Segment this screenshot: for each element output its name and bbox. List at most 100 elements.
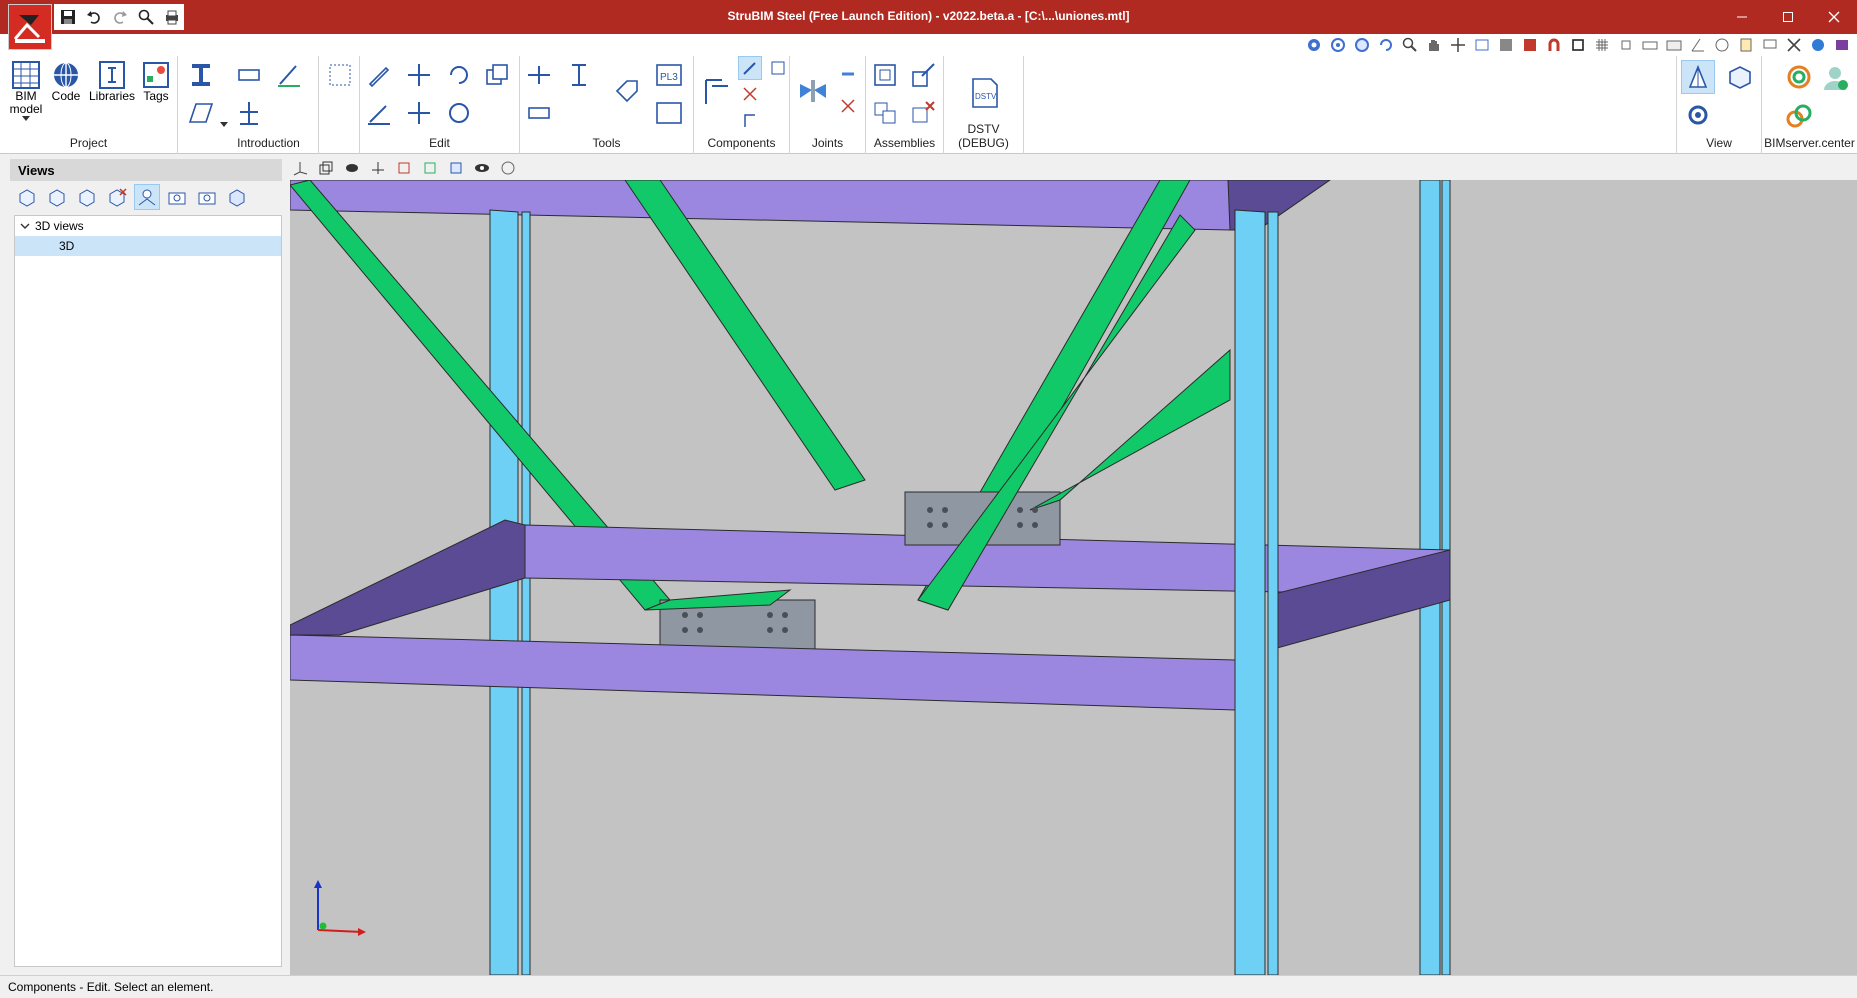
keyboard-icon[interactable] bbox=[1639, 35, 1661, 55]
angle-icon[interactable] bbox=[1687, 35, 1709, 55]
camera-icon[interactable] bbox=[164, 184, 190, 210]
shaded-icon[interactable] bbox=[342, 158, 362, 178]
svg-text:PL3: PL3 bbox=[660, 72, 678, 83]
grid-icon[interactable] bbox=[1591, 35, 1613, 55]
visibility-eye-icon[interactable] bbox=[472, 158, 492, 178]
view-properties-icon[interactable] bbox=[134, 184, 160, 210]
minimize-button[interactable] bbox=[1719, 0, 1765, 34]
app-logo[interactable] bbox=[8, 4, 52, 50]
orbit-icon[interactable] bbox=[1303, 35, 1325, 55]
assembly-delete-icon[interactable] bbox=[908, 98, 938, 128]
chevron-down-icon[interactable] bbox=[15, 223, 35, 229]
section-box-icon[interactable] bbox=[394, 158, 414, 178]
zoom-extents-icon[interactable] bbox=[1327, 35, 1349, 55]
tag-icon[interactable] bbox=[612, 76, 642, 106]
component-window-icon[interactable] bbox=[766, 56, 790, 80]
anchor-plate-icon[interactable] bbox=[234, 98, 264, 128]
steel-model-scene[interactable] bbox=[290, 180, 1857, 975]
pencil-icon[interactable] bbox=[364, 60, 394, 90]
assembly-edit-icon[interactable] bbox=[908, 60, 938, 90]
numbers-icon[interactable] bbox=[1663, 35, 1685, 55]
settings-gear-icon[interactable] bbox=[1681, 98, 1715, 132]
square-select-icon[interactable] bbox=[1567, 35, 1589, 55]
dstv-button[interactable]: DSTV bbox=[968, 76, 1002, 110]
zoom-window-icon[interactable] bbox=[1351, 35, 1373, 55]
bim-model-button[interactable]: BIM model bbox=[8, 60, 44, 121]
new-view-icon[interactable] bbox=[14, 184, 40, 210]
profile-icon[interactable] bbox=[564, 60, 594, 90]
dots-grid-icon[interactable] bbox=[1615, 35, 1637, 55]
erase-icon[interactable] bbox=[364, 98, 394, 128]
bolt bbox=[1017, 522, 1023, 528]
draw-icon[interactable] bbox=[274, 60, 304, 90]
stretch-icon[interactable] bbox=[404, 98, 434, 128]
pl3-button[interactable]: PL3 bbox=[654, 60, 684, 90]
magnet-icon[interactable] bbox=[1543, 35, 1565, 55]
book-icon[interactable] bbox=[1831, 35, 1853, 55]
joint-icon[interactable] bbox=[798, 76, 828, 106]
component-delete-icon[interactable] bbox=[738, 82, 762, 106]
component-edit-icon[interactable] bbox=[738, 56, 762, 80]
selection-grid-icon[interactable] bbox=[325, 60, 355, 90]
code-button[interactable]: Code bbox=[48, 60, 84, 103]
tags-button[interactable]: Tags bbox=[138, 60, 174, 103]
user-account-icon[interactable] bbox=[1818, 60, 1852, 94]
bolt bbox=[942, 507, 948, 513]
assembly-create-icon[interactable] bbox=[870, 60, 900, 90]
layers-icon[interactable] bbox=[446, 158, 466, 178]
maximize-button[interactable] bbox=[1765, 0, 1811, 34]
component-icon[interactable] bbox=[702, 76, 732, 106]
chevron-down-icon[interactable] bbox=[220, 116, 228, 130]
plate-edit-icon[interactable] bbox=[654, 98, 684, 128]
pan-hand-icon[interactable] bbox=[1423, 35, 1445, 55]
camera-edit-icon[interactable] bbox=[194, 184, 220, 210]
column-front-right-flange[interactable] bbox=[1267, 211, 1279, 975]
move-arrows-icon[interactable] bbox=[404, 60, 434, 90]
tools-icon[interactable] bbox=[1783, 35, 1805, 55]
member-icon[interactable] bbox=[234, 60, 264, 90]
3d-viewport[interactable] bbox=[290, 180, 1857, 975]
join-icon[interactable] bbox=[524, 98, 554, 128]
component-explode-icon[interactable] bbox=[738, 108, 762, 132]
regenerate-icon[interactable] bbox=[1375, 35, 1397, 55]
clip-plane-icon[interactable] bbox=[420, 158, 440, 178]
joint-delete-icon[interactable] bbox=[836, 94, 860, 118]
section-view-icon[interactable] bbox=[224, 184, 250, 210]
libraries-button[interactable]: Libraries bbox=[88, 60, 136, 103]
joint-edit-icon[interactable] bbox=[836, 62, 860, 86]
globe-icon[interactable] bbox=[1807, 35, 1829, 55]
grid-toggle-icon[interactable] bbox=[1495, 35, 1517, 55]
snap-grid-icon[interactable] bbox=[1519, 35, 1541, 55]
3d-mode-icon[interactable] bbox=[498, 158, 518, 178]
view-3d-icon[interactable] bbox=[1681, 60, 1715, 94]
copy-icon[interactable] bbox=[482, 60, 512, 90]
bimserver-sync-icon[interactable] bbox=[1782, 60, 1816, 94]
close-button[interactable] bbox=[1811, 0, 1857, 34]
move-icon[interactable] bbox=[1447, 35, 1469, 55]
axes-icon[interactable] bbox=[290, 158, 310, 178]
edit-view-icon[interactable] bbox=[44, 184, 70, 210]
perspective-icon[interactable] bbox=[368, 158, 388, 178]
view-window-icon[interactable] bbox=[1471, 35, 1493, 55]
copy-view-icon[interactable] bbox=[74, 184, 100, 210]
assembly-add-icon[interactable] bbox=[870, 98, 900, 128]
tree-item-3d[interactable]: 3D bbox=[15, 236, 281, 256]
notes-icon[interactable] bbox=[1735, 35, 1757, 55]
library-icon bbox=[99, 61, 125, 89]
delete-view-icon[interactable] bbox=[104, 184, 130, 210]
clock-icon[interactable] bbox=[1711, 35, 1733, 55]
comment-icon[interactable] bbox=[1759, 35, 1781, 55]
cube-icon[interactable] bbox=[1723, 60, 1757, 94]
plate-icon[interactable] bbox=[186, 98, 216, 128]
column-front-right[interactable] bbox=[1234, 209, 1266, 975]
beam-profile-icon[interactable] bbox=[186, 60, 216, 90]
column-left-flange[interactable] bbox=[521, 211, 531, 975]
rotate-icon[interactable] bbox=[444, 60, 474, 90]
tree-group-3d-views[interactable]: 3D views bbox=[15, 216, 281, 236]
zoom-in-icon[interactable] bbox=[1399, 35, 1421, 55]
wireframe-cube-icon[interactable] bbox=[316, 158, 336, 178]
split-icon[interactable] bbox=[524, 60, 554, 90]
rotate-3d-icon[interactable] bbox=[444, 98, 474, 128]
bimserver-share-icon[interactable] bbox=[1782, 98, 1816, 132]
column-left[interactable] bbox=[489, 209, 519, 975]
